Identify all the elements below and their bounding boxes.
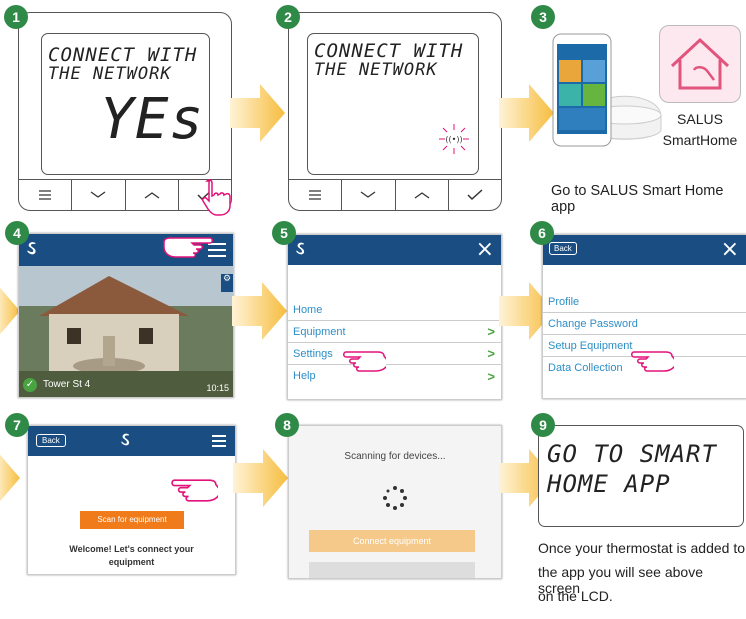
lcd-value: YEs bbox=[100, 87, 205, 152]
menu-item-help[interactable]: Help > bbox=[288, 365, 501, 387]
hamburger-menu-icon[interactable] bbox=[211, 434, 227, 448]
step-4-badge: 4 bbox=[5, 221, 29, 245]
arrow-into-7 bbox=[0, 454, 20, 502]
step-7-badge: 7 bbox=[5, 413, 29, 437]
location-label: Tower St 4 bbox=[43, 379, 91, 390]
salus-logo-icon: ઽ bbox=[121, 430, 130, 450]
disabled-bar bbox=[309, 562, 475, 578]
chevron-right-icon: > bbox=[487, 346, 495, 361]
pointing-hand-icon bbox=[631, 351, 674, 372]
confirm-button[interactable] bbox=[449, 180, 501, 210]
hand-pointer-icon bbox=[202, 179, 231, 216]
close-icon[interactable]: × bbox=[721, 237, 739, 262]
step-8-badge: 8 bbox=[275, 413, 299, 437]
close-icon[interactable]: × bbox=[476, 237, 494, 262]
lcd-screen: CONNECT WITH THE NETWORK ((•)) bbox=[307, 33, 479, 175]
back-button[interactable]: Back bbox=[36, 434, 66, 447]
scan-for-equipment-button[interactable]: Scan for equipment bbox=[80, 511, 184, 529]
menu-item-equipment[interactable]: Equipment > bbox=[288, 321, 501, 343]
up-button[interactable] bbox=[396, 180, 449, 210]
house-photo bbox=[19, 266, 233, 397]
app-header: ઽ × bbox=[288, 235, 501, 265]
step-3-badge: 3 bbox=[531, 5, 555, 29]
welcome-line-1: Welcome! Let's connect your bbox=[69, 544, 194, 554]
step-9-caption-line-1: Once your thermostat is added to bbox=[538, 540, 745, 556]
down-button[interactable] bbox=[342, 180, 396, 210]
app-screen-step-8: Scanning for devices... Connect equipmen… bbox=[288, 425, 502, 579]
arrow-into-4 bbox=[0, 287, 20, 335]
welcome-line-2: equipment bbox=[108, 557, 155, 567]
app-name-line-2: SmartHome bbox=[662, 132, 738, 148]
down-button[interactable] bbox=[72, 180, 126, 210]
app-devices-illustration bbox=[552, 33, 662, 147]
menu-label: Change Password bbox=[548, 317, 638, 330]
menu-label: Profile bbox=[548, 295, 580, 308]
menu-label: Data Collection bbox=[548, 362, 623, 374]
loading-spinner-icon bbox=[383, 486, 407, 510]
app-screen-step-5: ઽ × Home Equipment > Settings > Help > bbox=[287, 234, 502, 400]
lcd-line-2: HOME APP bbox=[547, 470, 671, 498]
connect-equipment-button[interactable]: Connect equipment bbox=[309, 530, 475, 552]
salus-logo-icon: ઽ bbox=[296, 239, 305, 259]
menu-item-settings[interactable]: Settings > bbox=[288, 343, 501, 365]
scanning-text: Scanning for devices... bbox=[344, 451, 446, 462]
button-row bbox=[289, 179, 501, 210]
thermostat-step-2: CONNECT WITH THE NETWORK ((•)) bbox=[288, 12, 502, 211]
salus-logo-icon: ઽ bbox=[27, 238, 36, 259]
menu-label: Home bbox=[293, 303, 323, 316]
lcd-line-2: THE NETWORK bbox=[48, 64, 172, 84]
back-button[interactable]: Back bbox=[549, 242, 577, 255]
time-label: 10:15 bbox=[206, 383, 229, 393]
pointing-hand-icon bbox=[171, 479, 218, 502]
lcd-line-1: CONNECT WITH bbox=[314, 40, 464, 62]
pointing-hand-icon bbox=[343, 351, 386, 372]
step-3-caption: Go to SALUS Smart Home app bbox=[551, 183, 724, 215]
menu-label: Equipment bbox=[293, 325, 346, 338]
lcd-line-1: GO TO SMART bbox=[547, 440, 717, 468]
menu-item-home[interactable]: Home bbox=[288, 299, 501, 321]
pointing-hand-icon bbox=[163, 237, 213, 258]
step-9-badge: 9 bbox=[531, 413, 555, 437]
chevron-right-icon: > bbox=[487, 368, 495, 384]
wifi-blink-icon: ((•)) bbox=[439, 124, 469, 154]
lcd-screen-step-9: GO TO SMART HOME APP bbox=[538, 425, 744, 527]
lcd-line-2: THE NETWORK bbox=[314, 60, 438, 80]
home-hand-icon bbox=[670, 37, 730, 90]
app-header: Back ઽ bbox=[28, 426, 235, 456]
step-5-badge: 5 bbox=[272, 221, 296, 245]
menu-button[interactable] bbox=[289, 180, 343, 210]
up-button[interactable] bbox=[126, 180, 179, 210]
step-6-badge: 6 bbox=[530, 221, 554, 245]
svg-text:((•)): ((•)) bbox=[445, 135, 462, 144]
lcd-screen: CONNECT WITH THE NETWORK YEs bbox=[41, 33, 210, 175]
app-name-line-1: SALUS bbox=[677, 111, 723, 127]
status-check-icon: ✓ bbox=[23, 378, 37, 392]
menu-button[interactable] bbox=[19, 180, 73, 210]
menu-item-profile[interactable]: Profile bbox=[543, 291, 746, 313]
lcd-line-1: CONNECT WITH bbox=[48, 44, 198, 66]
menu-item-change-password[interactable]: Change Password bbox=[543, 313, 746, 335]
step-9-caption-line-3: on the LCD. bbox=[538, 588, 613, 604]
step-2-badge: 2 bbox=[276, 5, 300, 29]
salus-app-icon[interactable] bbox=[659, 25, 741, 103]
arrow-7-8 bbox=[233, 449, 288, 507]
arrow-4-5 bbox=[232, 282, 287, 340]
menu-label: Help bbox=[293, 370, 316, 382]
chevron-right-icon: > bbox=[487, 324, 495, 339]
menu-label: Settings bbox=[293, 347, 333, 360]
app-header: Back × bbox=[543, 235, 746, 265]
step-1-badge: 1 bbox=[4, 5, 28, 29]
menu-label: Setup Equipment bbox=[548, 339, 633, 352]
arrow-1-2 bbox=[230, 84, 285, 142]
